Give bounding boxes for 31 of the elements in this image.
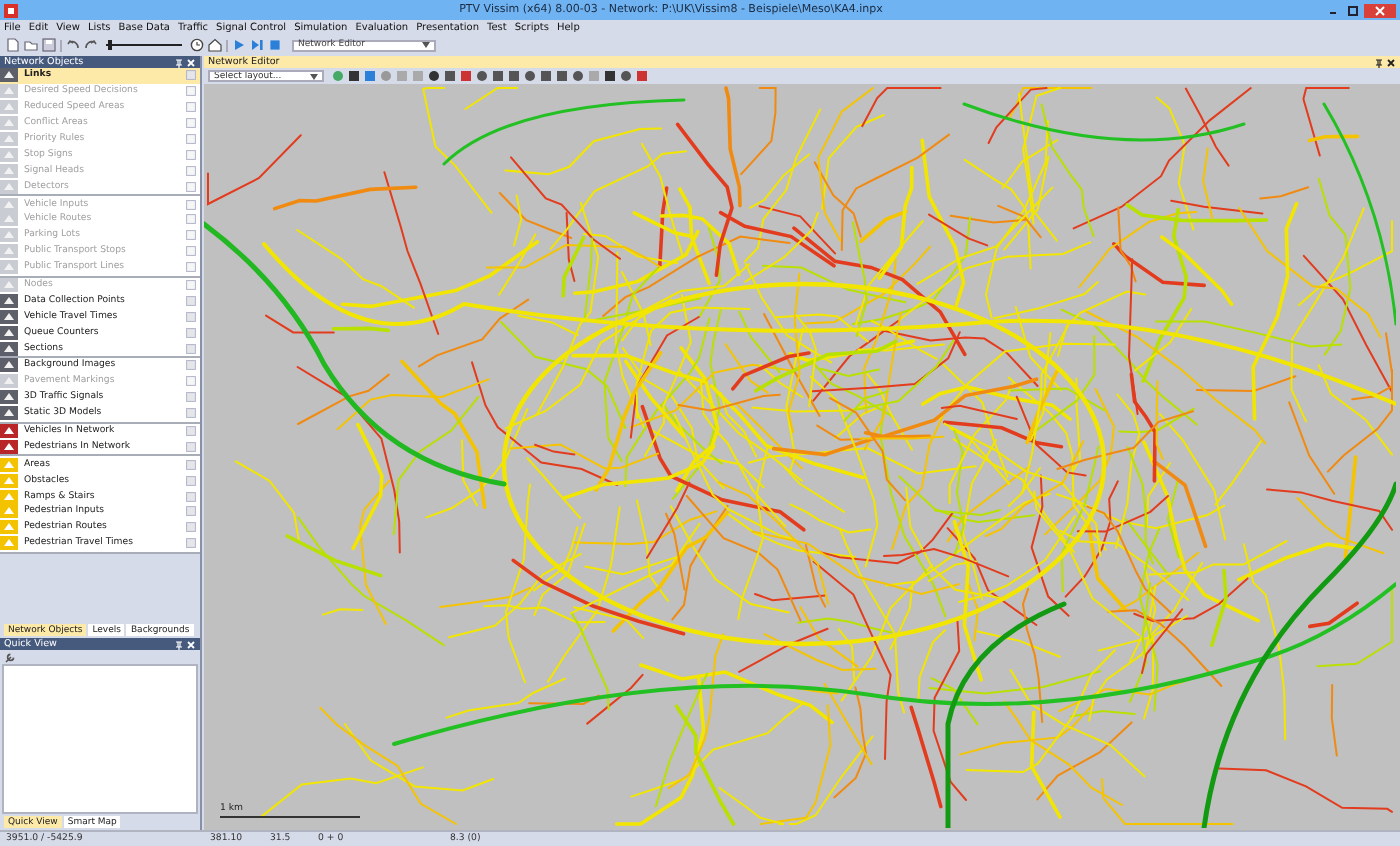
- color-swatch-icon: [186, 441, 196, 452]
- redo-icon[interactable]: [84, 38, 98, 52]
- color-swatch-icon: [186, 70, 196, 81]
- color-swatch-icon: [186, 475, 196, 486]
- color-swatch-icon: [186, 426, 196, 437]
- color-swatch-icon: [186, 360, 196, 371]
- caret-icon: [422, 42, 430, 48]
- wrench-icon[interactable]: [4, 651, 16, 663]
- color-swatch-icon: [186, 295, 196, 306]
- save-icon[interactable]: [42, 38, 56, 52]
- maximize-icon[interactable]: [1344, 3, 1362, 17]
- speed-slider[interactable]: [106, 40, 182, 50]
- color-swatch-icon: [186, 491, 196, 502]
- pin-icon[interactable]: [1374, 57, 1384, 67]
- color-swatch-icon: [186, 392, 196, 403]
- color-swatch-icon: [186, 506, 196, 517]
- scale-bar: [220, 815, 360, 818]
- color-swatch-icon: [186, 327, 196, 338]
- stop-icon[interactable]: [268, 38, 282, 52]
- color-swatch-icon: [186, 538, 196, 549]
- color-swatch-icon: [186, 459, 196, 470]
- step-icon[interactable]: [250, 38, 264, 52]
- caret-icon: [310, 73, 318, 79]
- clock-icon[interactable]: [190, 38, 204, 52]
- color-swatch-icon: [186, 343, 196, 354]
- app-logo-icon: [4, 3, 18, 17]
- color-swatch-icon: [186, 522, 196, 533]
- undo-icon[interactable]: [66, 38, 80, 52]
- color-swatch-icon: [186, 408, 196, 419]
- color-swatch-icon: [186, 311, 196, 322]
- close-icon[interactable]: [1386, 57, 1396, 67]
